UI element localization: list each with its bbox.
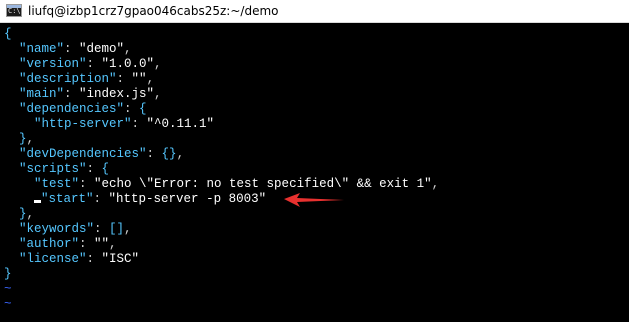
code-token: "" — [94, 237, 110, 251]
editor-line: "main": "index.js", — [4, 87, 162, 102]
editor-line: ~ — [4, 297, 12, 312]
editor-line: "test": "echo \"Error: no test specified… — [4, 177, 439, 192]
code-token: "demo" — [79, 42, 125, 56]
editor-line: "description": "", — [4, 72, 154, 87]
code-token: : — [124, 102, 140, 116]
editor-line: { — [4, 27, 12, 42]
code-token: "name" — [4, 42, 65, 56]
code-token: , — [109, 237, 117, 251]
code-token: , — [176, 147, 185, 161]
code-token: "author" — [4, 237, 80, 251]
editor-line: "scripts": { — [4, 162, 109, 177]
editor-line: }, — [4, 207, 34, 222]
code-token: [] — [109, 222, 125, 236]
code-token: , — [431, 177, 440, 191]
editor-line: "name": "demo", — [4, 42, 132, 57]
editor-line: "start": "http-server -p 8003" — [4, 192, 266, 207]
code-token: : — [64, 87, 80, 101]
code-token: : — [94, 222, 110, 236]
editor-line: "license": "ISC" — [4, 252, 139, 267]
editor-line: "devDependencies": {}, — [4, 147, 184, 162]
code-token: : — [131, 117, 147, 131]
code-token: } — [4, 207, 27, 221]
code-token: { — [101, 162, 110, 176]
code-token: {} — [161, 147, 177, 161]
code-token: , — [26, 132, 35, 146]
terminal-app-icon[interactable]: C:\ — [6, 4, 22, 17]
code-token: "scripts" — [4, 162, 87, 176]
code-token: : — [116, 72, 132, 86]
editor-line: ~ — [4, 282, 12, 297]
code-token: : — [86, 252, 102, 266]
code-token: "license" — [4, 252, 87, 266]
window-title: liufq@izbp1crz7gpao046cabs25z:~/demo — [28, 4, 279, 18]
code-token: , — [124, 222, 132, 236]
code-token: "start" — [41, 192, 94, 206]
code-token: : — [93, 192, 109, 206]
code-token: "http-server" — [4, 117, 132, 131]
code-token: { — [139, 102, 147, 116]
code-token: "version" — [4, 57, 87, 71]
code-token: , — [124, 42, 132, 56]
code-token: "index.js" — [79, 87, 155, 101]
code-token: , — [146, 72, 155, 86]
window-titlebar: C:\ liufq@izbp1crz7gpao046cabs25z:~/demo — [0, 0, 629, 23]
editor-line: "keywords": [], — [4, 222, 132, 237]
annotation-arrow — [284, 193, 344, 207]
code-token: "echo \"Error: no test specified\" && ex… — [94, 177, 432, 191]
text-cursor — [34, 200, 42, 203]
code-token: "test" — [4, 177, 80, 191]
terminal-editor[interactable]: { "name": "demo", "version": "1.0.0", "d… — [0, 23, 629, 322]
code-token: : — [86, 57, 102, 71]
code-token: "main" — [4, 87, 65, 101]
editor-line: } — [4, 267, 12, 282]
editor-line: }, — [4, 132, 34, 147]
code-token: "devDependencies" — [4, 147, 147, 161]
code-token: { — [4, 27, 12, 41]
editor-line: "http-server": "^0.11.1" — [4, 117, 214, 132]
code-token: } — [4, 267, 12, 281]
code-token: , — [154, 57, 162, 71]
code-token: ~ — [4, 297, 12, 311]
code-token: "http-server -p 8003" — [108, 192, 267, 206]
editor-line: "version": "1.0.0", — [4, 57, 162, 72]
editor-line: "author": "", — [4, 237, 117, 252]
code-token: : — [86, 162, 102, 176]
code-token: "ISC" — [101, 252, 140, 266]
code-token: "keywords" — [4, 222, 95, 236]
code-token: : — [64, 42, 80, 56]
code-token: : — [79, 237, 95, 251]
code-token: "^0.11.1" — [146, 117, 215, 131]
code-token: , — [154, 87, 162, 101]
code-token: : — [146, 147, 162, 161]
code-token: "1.0.0" — [101, 57, 155, 71]
code-token: } — [4, 132, 27, 146]
code-token: "description" — [4, 72, 117, 86]
editor-line: "dependencies": { — [4, 102, 147, 117]
code-token: , — [26, 207, 35, 221]
code-token: ~ — [4, 282, 12, 296]
code-token: "" — [131, 72, 147, 86]
code-token: : — [79, 177, 95, 191]
code-token: "dependencies" — [4, 102, 125, 116]
